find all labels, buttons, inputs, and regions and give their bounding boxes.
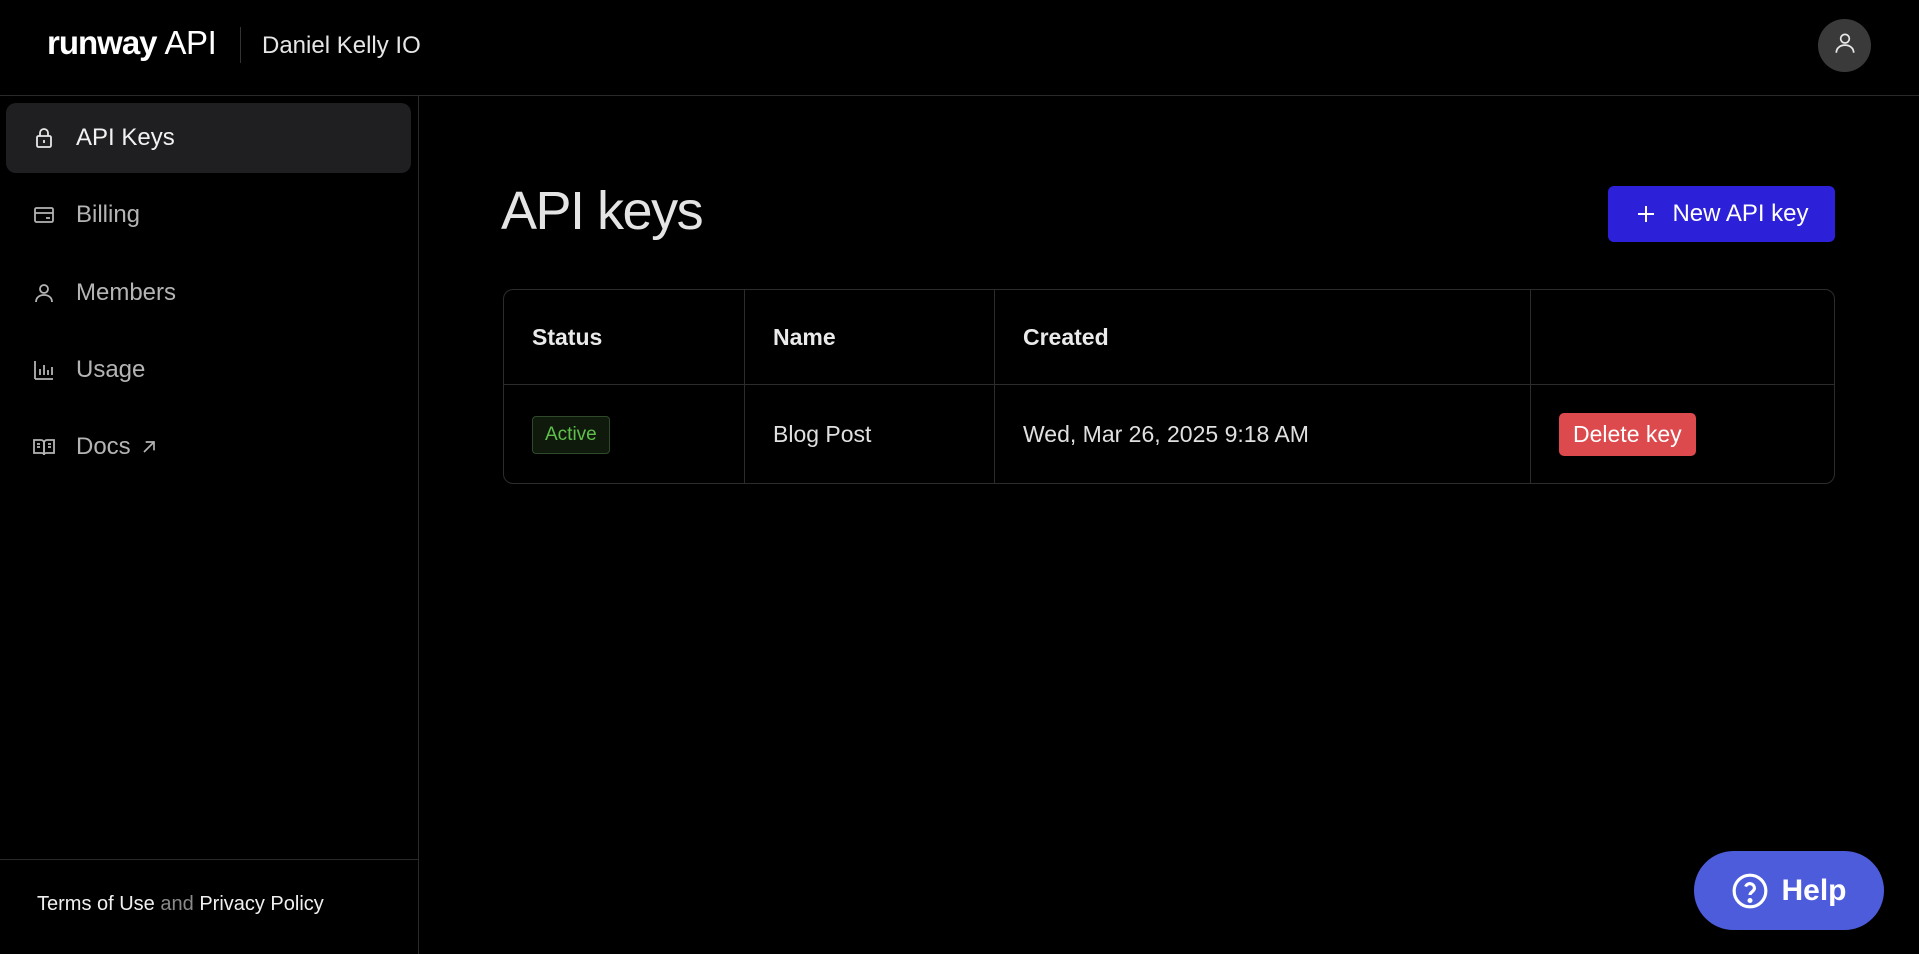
plus-icon	[1634, 202, 1658, 226]
sidebar-item-label: Usage	[76, 356, 146, 383]
sidebar-item-members[interactable]: Members	[6, 258, 411, 328]
user-icon	[32, 281, 56, 305]
privacy-policy-link[interactable]: Privacy Policy	[199, 893, 323, 915]
created-date-cell: Wed, Mar 26, 2025 9:18 AM	[995, 385, 1531, 483]
brand-suffix: API	[164, 24, 217, 61]
table-header-row: Status Name Created	[504, 290, 1834, 385]
top-bar: runway API Daniel Kelly IO	[0, 0, 1919, 96]
org-name[interactable]: Daniel Kelly IO	[262, 32, 421, 60]
actions-cell: Delete key	[1531, 385, 1834, 483]
status-cell: Active	[504, 385, 745, 483]
new-api-key-label: New API key	[1672, 200, 1809, 227]
help-label: Help	[1781, 873, 1847, 907]
api-keys-table: Status Name Created Active Blog Post Wed…	[503, 289, 1835, 484]
book-icon	[32, 435, 56, 459]
lock-icon	[32, 126, 56, 150]
sidebar-item-label: API Keys	[76, 124, 175, 151]
table-row: Active Blog Post Wed, Mar 26, 2025 9:18 …	[504, 385, 1834, 483]
sidebar-item-billing[interactable]: Billing	[6, 180, 411, 250]
sidebar-item-docs[interactable]: Docs	[6, 412, 411, 482]
brand-logo[interactable]: runway API	[47, 24, 217, 62]
key-name-cell: Blog Post	[745, 385, 995, 483]
sidebar: API Keys Billing Members Usage Docs Term…	[0, 96, 419, 954]
status-badge: Active	[532, 415, 610, 454]
column-header-actions	[1531, 290, 1834, 384]
header-divider	[240, 27, 241, 63]
new-api-key-button[interactable]: New API key	[1608, 186, 1835, 242]
sidebar-footer: Terms of Use and Privacy Policy	[0, 859, 418, 954]
external-link-icon	[139, 437, 159, 457]
question-mark-icon	[1731, 872, 1769, 910]
page-title: API keys	[501, 181, 704, 241]
sidebar-item-api-keys[interactable]: API Keys	[6, 103, 411, 173]
user-avatar-button[interactable]	[1818, 19, 1871, 72]
sidebar-item-usage[interactable]: Usage	[6, 335, 411, 405]
bar-chart-icon	[32, 358, 56, 382]
footer-and-text: and	[160, 893, 194, 915]
delete-key-button[interactable]: Delete key	[1559, 413, 1696, 456]
brand-name: runway	[47, 24, 158, 61]
user-icon	[1832, 30, 1858, 61]
column-header-created: Created	[995, 290, 1531, 384]
column-header-name: Name	[745, 290, 995, 384]
sidebar-item-label: Docs	[76, 433, 131, 460]
sidebar-item-label: Members	[76, 279, 177, 306]
help-button[interactable]: Help	[1694, 851, 1884, 930]
sidebar-item-label: Billing	[76, 201, 141, 228]
column-header-status: Status	[504, 290, 745, 384]
terms-of-use-link[interactable]: Terms of Use	[37, 893, 155, 915]
wallet-icon	[32, 203, 56, 227]
